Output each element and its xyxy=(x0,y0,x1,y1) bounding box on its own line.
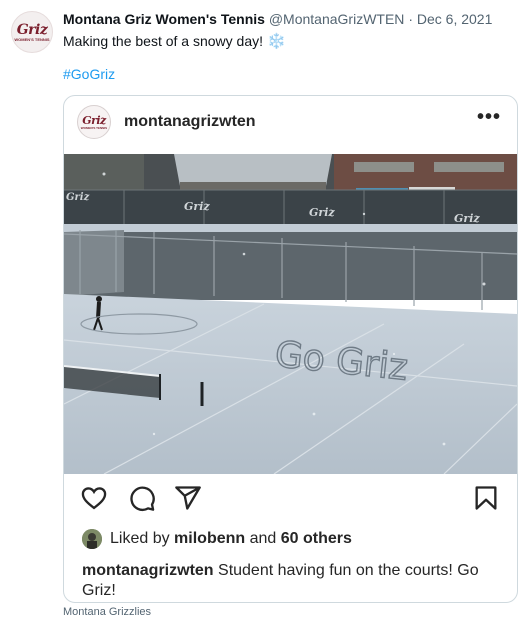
svg-text:Griz: Griz xyxy=(309,206,335,219)
embed-header: Griz WOMEN'S TENNIS montanagrizwten ••• xyxy=(64,96,517,152)
tweet-date[interactable]: Dec 6, 2021 xyxy=(417,11,493,27)
svg-text:Griz: Griz xyxy=(66,192,90,203)
likes-others-link[interactable]: 60 others xyxy=(281,530,352,547)
likes-user-link[interactable]: milobenn xyxy=(174,530,245,547)
avatar-logo-subtext: WOMEN'S TENNIS xyxy=(14,36,50,42)
author-handle[interactable]: @MontanaGrizWTEN xyxy=(269,11,405,27)
likes-and: and xyxy=(249,530,277,547)
liker-avatar[interactable] xyxy=(82,529,102,549)
header-separator: · xyxy=(408,11,413,27)
embed-avatar-logo-text: Griz xyxy=(82,113,106,127)
tweet-text-body: Making the best of a snowy day! xyxy=(63,33,263,49)
hashtag-link[interactable]: #GoGriz xyxy=(63,66,115,82)
embed-avatar[interactable]: Griz WOMEN'S TENNIS xyxy=(77,105,111,139)
more-options-icon[interactable]: ••• xyxy=(477,106,501,129)
tweet-avatar[interactable]: Griz WOMEN'S TENNIS xyxy=(11,11,53,53)
comment-icon[interactable] xyxy=(128,484,156,512)
author-name[interactable]: Montana Griz Women's Tennis xyxy=(63,11,265,27)
snowflake-icon: ❄️ xyxy=(267,33,286,50)
embed-source-label[interactable]: Montana Grizzlies xyxy=(63,606,151,618)
caption-username[interactable]: montanagrizwten xyxy=(82,562,214,579)
post-actions xyxy=(64,484,517,520)
share-icon[interactable] xyxy=(174,484,202,512)
instagram-embed-card[interactable]: Griz WOMEN'S TENNIS montanagrizwten ••• xyxy=(63,95,518,603)
tweet-text: Making the best of a snowy day! ❄️ xyxy=(63,32,286,50)
embed-avatar-logo-subtext: WOMEN'S TENNIS xyxy=(80,125,108,130)
post-photo[interactable]: Griz Griz Griz Griz Go Griz xyxy=(64,154,517,474)
svg-text:Griz: Griz xyxy=(184,200,210,213)
bookmark-icon[interactable] xyxy=(472,484,500,512)
avatar-logo-text: Griz xyxy=(16,21,48,38)
likes-prefix: Liked by xyxy=(110,530,170,547)
svg-text:Griz: Griz xyxy=(454,212,480,225)
likes-row: Liked by milobenn and 60 others xyxy=(82,529,352,549)
heart-icon[interactable] xyxy=(80,484,108,512)
post-caption: montanagrizwten Student having fun on th… xyxy=(82,561,502,601)
tweet-header: Montana Griz Women's Tennis @MontanaGriz… xyxy=(63,11,492,27)
embed-username[interactable]: montanagrizwten xyxy=(124,113,256,131)
